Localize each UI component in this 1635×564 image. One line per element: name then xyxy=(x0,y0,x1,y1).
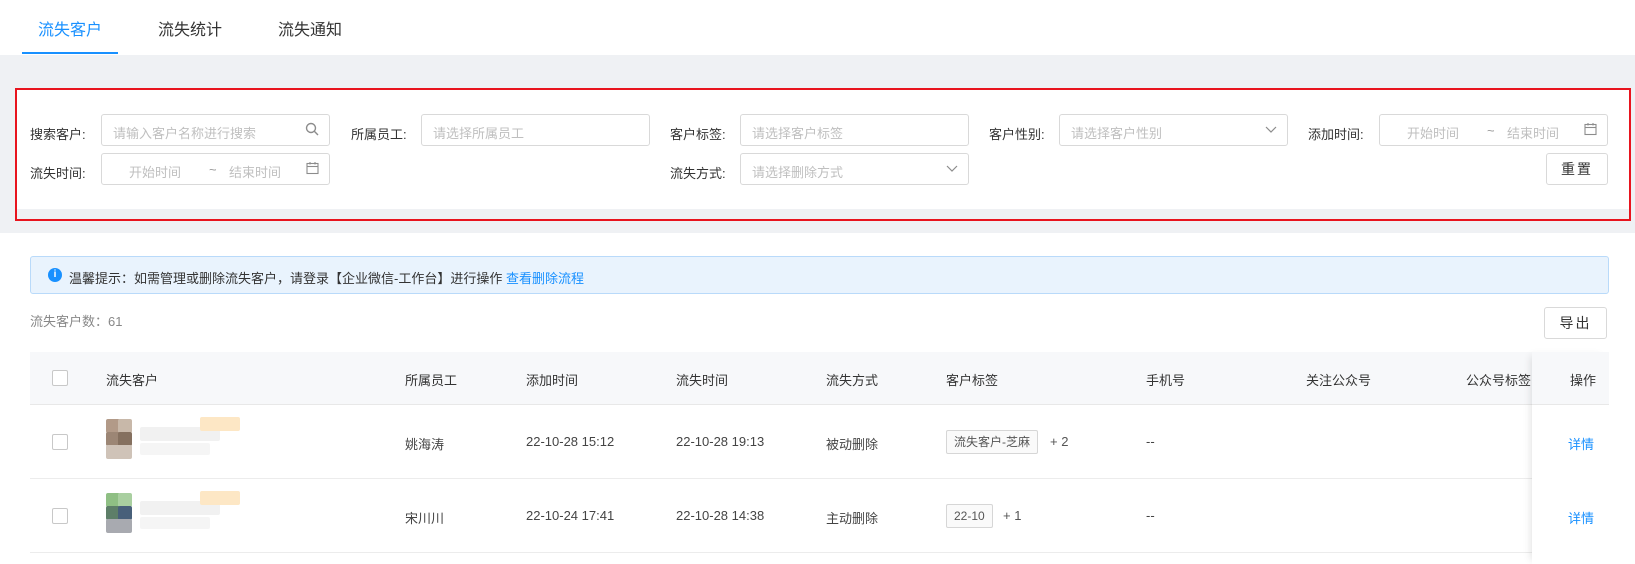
col-employee: 所属员工 xyxy=(405,373,458,388)
select-all-checkbox[interactable] xyxy=(52,370,68,386)
employee-cell: 姚海涛 xyxy=(405,437,445,452)
add-time-cell: 22-10-28 15:12 xyxy=(526,434,615,449)
detail-link[interactable]: 详情 xyxy=(1568,434,1594,453)
avatar xyxy=(106,493,132,537)
tag-label: 客户标签: xyxy=(670,127,726,142)
col-add-time: 添加时间 xyxy=(526,373,579,388)
row-checkbox[interactable] xyxy=(52,434,68,450)
gender-select[interactable]: 请选择客户性别 xyxy=(1059,114,1288,146)
lost-time-cell: 22-10-28 19:13 xyxy=(676,434,765,449)
active-tab-indicator xyxy=(22,52,118,54)
lost-customer-count: 流失客户数：61 xyxy=(30,314,123,329)
avatar xyxy=(106,419,132,463)
employee-select[interactable]: 请选择所属员工 xyxy=(421,114,650,146)
lost-way-cell: 主动删除 xyxy=(826,511,879,526)
col-lost-way: 流失方式 xyxy=(826,373,879,388)
customer-tag: 流失客户-芝麻 xyxy=(946,430,1038,454)
detail-link[interactable]: 详情 xyxy=(1568,508,1594,527)
add-time-label: 添加时间: xyxy=(1308,127,1364,142)
tab-lost-customers[interactable]: 流失客户 xyxy=(38,16,102,40)
tab-lost-notice[interactable]: 流失通知 xyxy=(278,16,342,40)
action-column: 操作 详情 详情 xyxy=(1532,352,1609,564)
customer-name-blur xyxy=(200,491,240,505)
lost-time-range[interactable]: 开始时间 ~ 结束时间 xyxy=(101,153,330,185)
chevron-down-icon xyxy=(1265,122,1277,139)
tab-lost-stats[interactable]: 流失统计 xyxy=(158,16,222,40)
lost-time-cell: 22-10-28 14:38 xyxy=(676,508,765,523)
customer-name-blur xyxy=(140,517,210,529)
view-delete-flow-link[interactable]: 查看删除流程 xyxy=(506,271,584,286)
table-row: 姚海涛 22-10-28 15:12 22-10-28 19:13 被动删除 流… xyxy=(30,405,1609,479)
tag-more-count: + 1 xyxy=(1003,508,1022,523)
notice-banner: i 温馨提示：如需管理或删除流失客户，请登录【企业微信-工作台】进行操作 查看删… xyxy=(30,256,1609,294)
employee-cell: 宋川川 xyxy=(405,511,445,526)
phone-cell: -- xyxy=(1146,434,1155,449)
add-time-range[interactable]: 开始时间 ~ 结束时间 xyxy=(1379,114,1608,146)
top-tabs: 流失客户 流失统计 流失通知 xyxy=(0,0,1635,55)
employee-label: 所属员工: xyxy=(351,127,407,142)
tag-select[interactable]: 请选择客户标签 xyxy=(740,114,969,146)
filter-bottom-band xyxy=(17,209,1629,219)
chevron-down-icon xyxy=(946,161,958,178)
table-row: 宋川川 22-10-24 17:41 22-10-28 14:38 主动删除 2… xyxy=(30,479,1609,553)
reset-button[interactable]: 重置 xyxy=(1546,153,1608,185)
export-button[interactable]: 导出 xyxy=(1544,307,1607,339)
add-time-cell: 22-10-24 17:41 xyxy=(526,508,615,523)
lost-way-cell: 被动删除 xyxy=(826,437,879,452)
col-phone: 手机号 xyxy=(1146,373,1186,388)
lost-time-label: 流失时间: xyxy=(30,166,86,181)
calendar-icon xyxy=(1584,122,1597,139)
col-lost-customer: 流失客户 xyxy=(106,373,159,388)
phone-cell: -- xyxy=(1146,508,1155,523)
customer-tag: 22-10 xyxy=(946,504,993,528)
table-header: 流失客户 所属员工 添加时间 流失时间 流失方式 客户标签 手机号 关注公众号 … xyxy=(30,352,1609,405)
col-action: 操作 xyxy=(1570,373,1597,388)
row-checkbox[interactable] xyxy=(52,508,68,524)
lost-way-select[interactable]: 请选择删除方式 xyxy=(740,153,969,185)
search-label: 搜索客户: xyxy=(30,127,86,142)
info-icon: i xyxy=(48,268,62,282)
notice-text: 温馨提示：如需管理或删除流失客户，请登录【企业微信-工作台】进行操作 xyxy=(69,271,503,286)
calendar-icon xyxy=(306,161,319,178)
col-customer-tag: 客户标签 xyxy=(946,373,999,388)
tag-more-count: + 2 xyxy=(1050,434,1069,449)
col-official-account: 关注公众号 xyxy=(1306,373,1372,388)
lost-way-label: 流失方式: xyxy=(670,166,726,181)
filter-panel: 搜索客户: 请输入客户名称进行搜索 所属员工: 请选择所属员工 客户标签: 请选… xyxy=(15,88,1631,221)
col-official-account-tag: 公众号标签 xyxy=(1466,373,1532,388)
search-icon[interactable] xyxy=(305,122,319,139)
customer-name-blur xyxy=(200,417,240,431)
customer-name-blur xyxy=(140,443,210,455)
col-lost-time: 流失时间 xyxy=(676,373,729,388)
search-input[interactable]: 请输入客户名称进行搜索 xyxy=(101,114,330,146)
gender-label: 客户性别: xyxy=(989,127,1045,142)
